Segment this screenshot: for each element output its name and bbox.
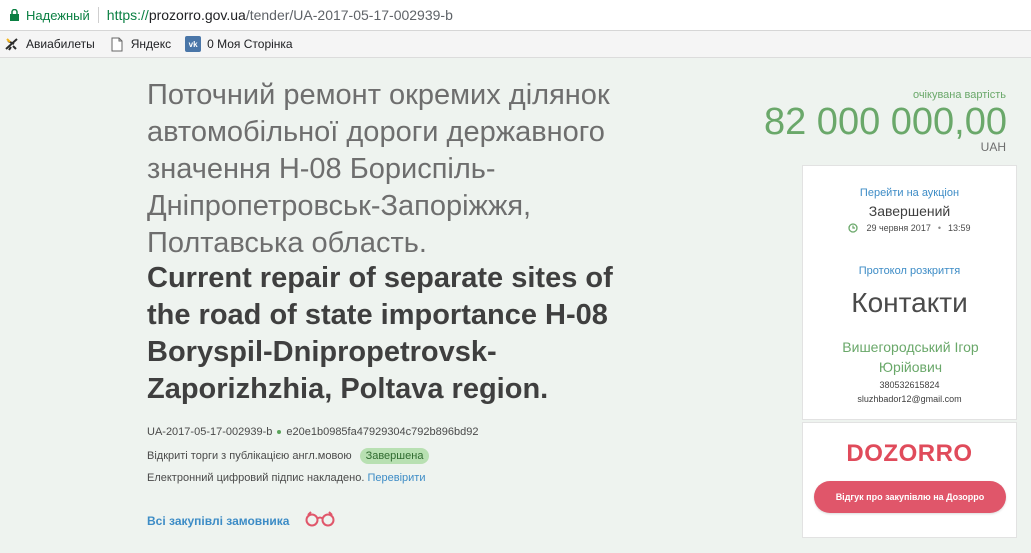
expected-value-amount: 82 000 000,00 — [763, 101, 1007, 143]
binoculars-icon — [303, 511, 337, 530]
airplane-icon — [4, 36, 20, 52]
secure-label: Надежный — [26, 7, 90, 23]
dozorro-review-button[interactable]: Відгук про закупівлю на Дозорро — [814, 481, 1006, 513]
url-scheme: https:// — [106, 7, 149, 23]
auction-datetime: 29 червня 2017 • 13:59 — [803, 223, 1016, 233]
address-bar[interactable]: Надежный https://prozorro.gov.ua/tender/… — [0, 0, 1031, 31]
bookmark-label: 0 Моя Сторінка — [207, 37, 293, 51]
dot-separator — [277, 430, 282, 435]
go-to-auction-link[interactable]: Перейти на аукціон — [803, 187, 1016, 199]
procedure-type: Відкриті торги з публікацією англ.мовою — [147, 450, 352, 462]
bookmarks-bar: Авиабилеты Яндекс vk 0 Моя Сторінка — [0, 31, 1031, 58]
url-host: prozorro.gov.ua — [148, 7, 246, 23]
signature-text: Електронний цифровий підпис накладено. — [147, 472, 365, 484]
status-badge: Завершена — [359, 448, 430, 464]
tender-hash: e20e1b0985fa47929304c792b896bd92 — [286, 426, 479, 438]
bookmark-label: Авиабилеты — [26, 37, 95, 51]
vk-icon: vk — [185, 36, 202, 52]
buyer-tenders-label: Всі закупівлі замовника — [147, 513, 290, 528]
clock-icon — [848, 223, 859, 233]
opening-protocol-link[interactable]: Протокол розкриття — [803, 265, 1016, 277]
value-currency: UAH — [980, 140, 1006, 154]
verify-signature-link[interactable]: Перевірити — [367, 472, 425, 484]
url-path: /tender/UA-2017-05-17-002939-b — [245, 7, 453, 23]
auction-status: Завершений — [868, 203, 951, 219]
bullet-separator: • — [937, 223, 941, 233]
contact-name: Вишегородський Ігор Юрійович — [842, 339, 979, 375]
procedure-line: Відкриті торги з публікацією англ.мовою … — [147, 448, 430, 464]
bookmark-yandex[interactable]: Яндекс — [109, 36, 171, 52]
page-icon — [109, 36, 125, 52]
url-text[interactable]: https://prozorro.gov.ua/tender/UA-2017-0… — [107, 7, 453, 23]
bookmark-label: Яндекс — [130, 37, 172, 51]
buyer-tenders-link[interactable]: Всі закупівлі замовника — [147, 511, 337, 530]
tender-id-line: UA-2017-05-17-002939-b e20e1b0985fa479293… — [147, 426, 478, 438]
vk-logo: vk — [185, 36, 202, 52]
bookmark-aviabilety[interactable]: Авиабилеты — [4, 36, 95, 52]
tender-title-en: Current repair of separate sites of the … — [147, 262, 613, 405]
auction-contacts-card: Перейти на аукціон Завершений 29 червня … — [802, 165, 1017, 420]
dozorro-card: DOZORRO Відгук про закупівлю на Дозорро — [802, 422, 1017, 538]
divider — [97, 7, 99, 23]
dozorro-logo[interactable]: DOZORRO — [803, 440, 1016, 468]
bookmark-vk[interactable]: vk 0 Моя Сторінка — [185, 36, 293, 52]
lock-icon — [10, 9, 19, 21]
tender-title-ua: Поточний ремонт окремих ділянок автомобі… — [147, 79, 610, 259]
contact-phone: 380532615824 — [879, 380, 940, 390]
auction-date: 29 червня 2017 — [866, 223, 931, 233]
contacts-heading: Контакти — [851, 287, 968, 318]
auction-time: 13:59 — [947, 223, 971, 233]
contact-email[interactable]: sluzhbador12@gmail.com — [803, 394, 1016, 404]
expected-value-label: очікувана вартість — [912, 89, 1006, 101]
tender-id: UA-2017-05-17-002939-b — [147, 426, 273, 438]
signature-line: Електронний цифровий підпис накладено. П… — [147, 472, 425, 484]
